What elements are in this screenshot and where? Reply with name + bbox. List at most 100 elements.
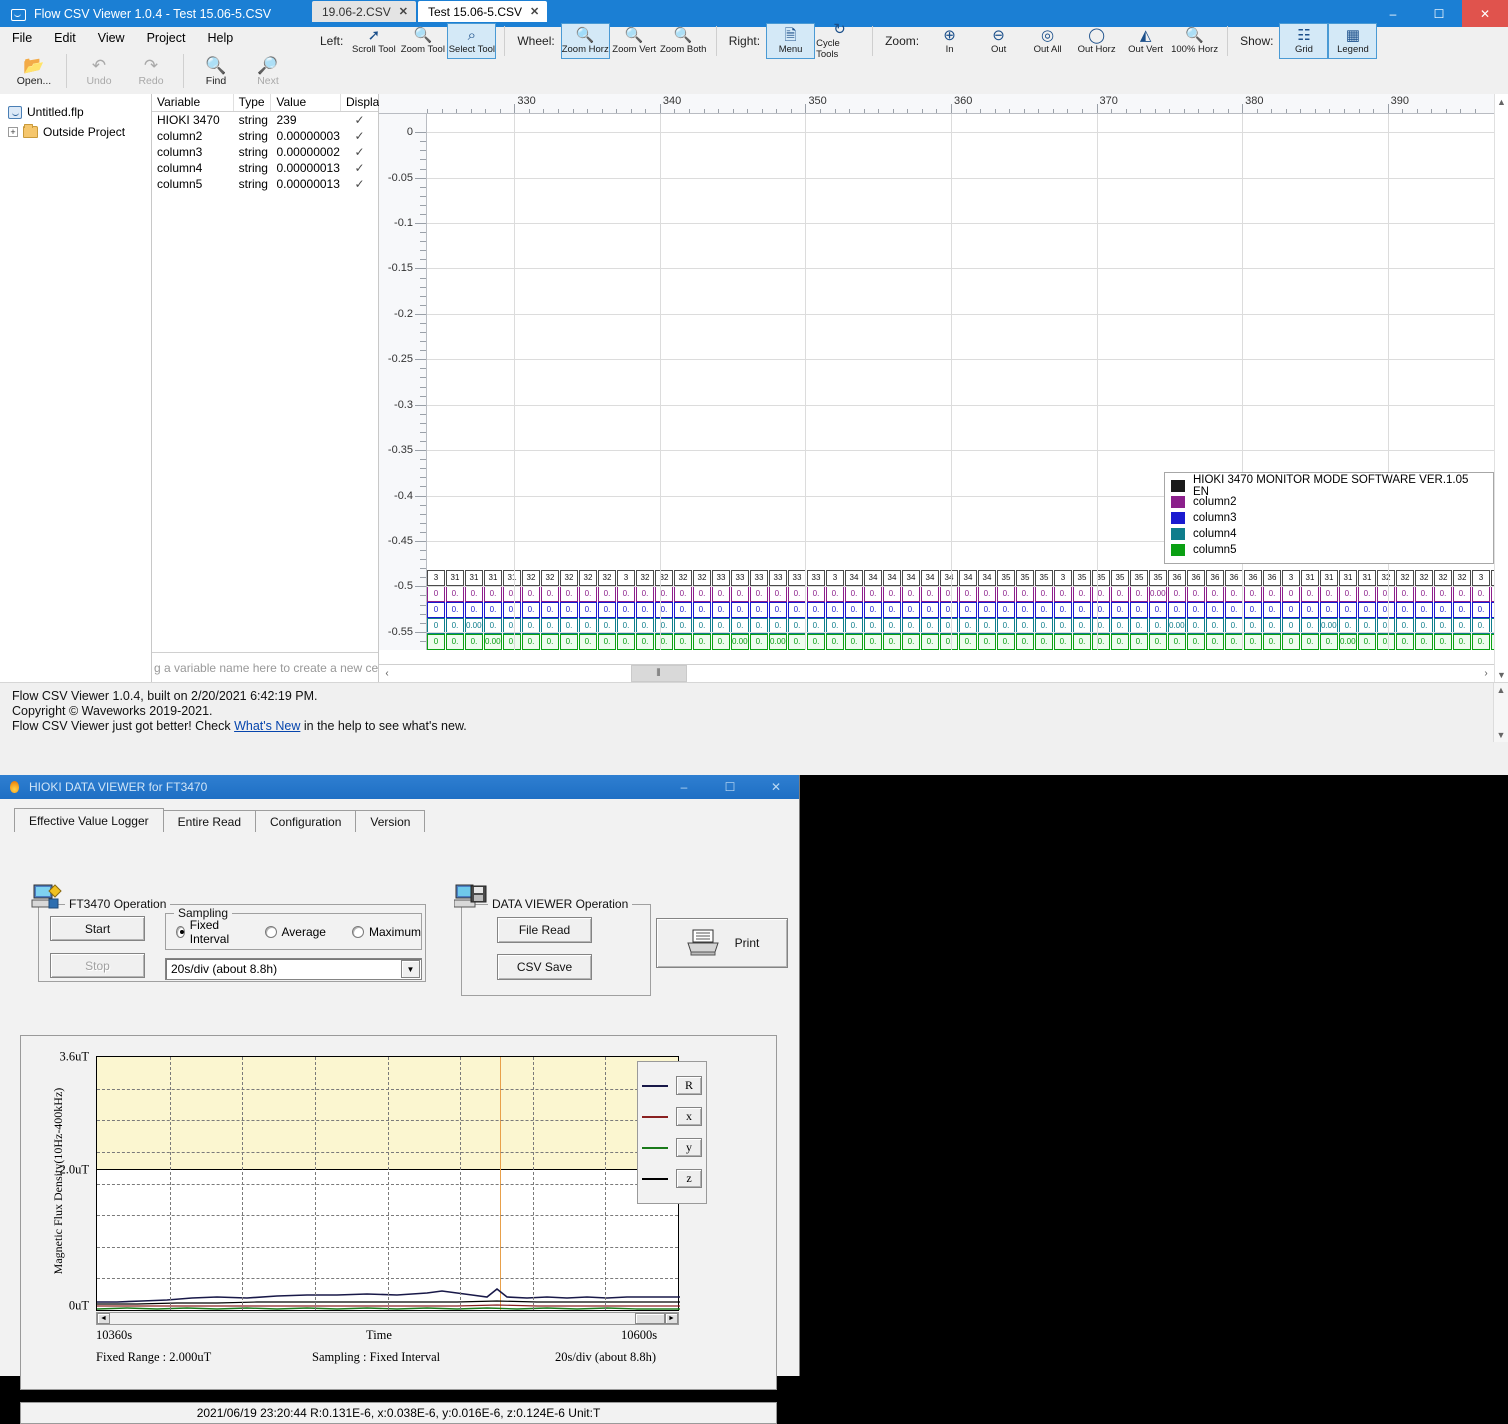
data-cell[interactable]: 32	[636, 570, 654, 586]
data-cell[interactable]: 0.	[1320, 634, 1338, 650]
data-cell[interactable]: 35	[1149, 570, 1167, 586]
data-cell[interactable]: 0.	[522, 586, 540, 602]
chart-legend[interactable]: HIOKI 3470 MONITOR MODE SOFTWARE VER.1.0…	[1164, 472, 1494, 564]
scroll-track[interactable]	[1495, 109, 1508, 667]
tool-cycle-tools[interactable]: ↻ Cycle Tools	[815, 22, 864, 61]
data-cell[interactable]: 0	[427, 586, 445, 602]
tool-zoom-both[interactable]: 🔍 Zoom Both	[659, 23, 708, 59]
data-cell[interactable]: 0.	[902, 634, 920, 650]
data-cell[interactable]: 0.	[1453, 602, 1471, 618]
zoom-out-horz-button[interactable]: ◯ Out Horz	[1072, 23, 1121, 59]
data-cell[interactable]: 0.	[1263, 602, 1281, 618]
data-cell[interactable]: 0.	[541, 634, 559, 650]
tool-zoom-vert[interactable]: 🔍 Zoom Vert	[610, 23, 659, 59]
data-cell[interactable]: 0.	[1301, 586, 1319, 602]
data-cell[interactable]: 0.	[465, 634, 483, 650]
cell-display-check[interactable]: ✓	[341, 176, 378, 192]
data-cell[interactable]: 33	[750, 570, 768, 586]
data-cell[interactable]: 0.	[807, 586, 825, 602]
data-cell[interactable]: 0.	[1130, 602, 1148, 618]
data-cell[interactable]: 0.	[1396, 602, 1414, 618]
data-cell[interactable]: 0.	[921, 602, 939, 618]
tree-item-outside-project[interactable]: + Outside Project	[8, 122, 147, 142]
data-cell[interactable]: 0.	[1054, 602, 1072, 618]
data-cell[interactable]: 0.	[1092, 586, 1110, 602]
data-cell[interactable]: 0.	[940, 602, 958, 618]
data-cell[interactable]: 0.	[1111, 586, 1129, 602]
graph-scroll-left-icon[interactable]: ◄	[97, 1313, 110, 1324]
data-cell[interactable]: 0.	[1187, 634, 1205, 650]
scroll-down-icon[interactable]: ▼	[1497, 728, 1506, 743]
undo-button[interactable]: ↶ Undo	[73, 51, 125, 93]
data-cell[interactable]: 32	[655, 570, 673, 586]
cell-display-check[interactable]: ✓	[341, 112, 378, 128]
data-cell[interactable]: 0.	[1111, 602, 1129, 618]
legend-key[interactable]: y	[676, 1138, 702, 1157]
chevron-down-icon[interactable]: ▼	[401, 960, 420, 978]
data-cell[interactable]: 35	[1111, 570, 1129, 586]
data-cell[interactable]: 0.	[1263, 586, 1281, 602]
data-cell[interactable]: 0.	[1016, 586, 1034, 602]
data-cell[interactable]: 36	[1187, 570, 1205, 586]
data-cell[interactable]: 33	[807, 570, 825, 586]
scroll-right-icon[interactable]: ›	[1478, 665, 1494, 682]
data-cell[interactable]: 36	[1206, 570, 1224, 586]
scroll-up-icon[interactable]: ▲	[1497, 683, 1506, 698]
data-cell[interactable]: 0.	[1358, 602, 1376, 618]
data-cell[interactable]: 3	[1282, 570, 1300, 586]
data-cell[interactable]: 0.	[1225, 634, 1243, 650]
data-cell[interactable]: 0.	[1054, 586, 1072, 602]
data-cell[interactable]: 0.	[1358, 586, 1376, 602]
whats-new-link[interactable]: What's New	[234, 719, 300, 733]
menu-item-view[interactable]: View	[98, 31, 125, 45]
data-cell[interactable]: 0.	[1244, 602, 1262, 618]
data-cell[interactable]: 0.	[883, 602, 901, 618]
data-cell[interactable]: 34	[921, 570, 939, 586]
data-cell[interactable]: 0.	[1377, 586, 1395, 602]
data-cell-row[interactable]: 00.0.0.0000.0.0.0.0.0.0.0.0.0.0.0.0.0000…	[427, 634, 1494, 650]
data-cell-row[interactable]: 0 0. 0. 0. 0. 0. 0. 0. 0. 0. 0. 0. 0. 0. 0. 0. 0. 0. 0. 0. 0…	[427, 586, 1494, 602]
data-cell[interactable]: 0.	[978, 634, 996, 650]
data-cell[interactable]: 0.	[921, 586, 939, 602]
data-cell[interactable]: 34	[940, 570, 958, 586]
data-cell[interactable]: 0.	[1472, 634, 1490, 650]
data-cell[interactable]: 0.	[1187, 602, 1205, 618]
data-cell[interactable]: 3	[427, 570, 445, 586]
data-cell[interactable]: 0.	[1168, 602, 1186, 618]
data-cell[interactable]: 0.	[769, 602, 787, 618]
tab-test-15-06-5-csv[interactable]: Test 15.06-5.CSV ✕	[417, 1, 548, 22]
cell-display-check[interactable]: ✓	[341, 160, 378, 176]
data-cell[interactable]: 0	[1282, 602, 1300, 618]
data-cell[interactable]: 0.	[978, 586, 996, 602]
data-cell[interactable]: 0.	[1073, 634, 1091, 650]
data-cell[interactable]: 0.	[902, 586, 920, 602]
data-cell[interactable]: 0	[427, 634, 445, 650]
table-row[interactable]: column2 string 0.00000003 ✓	[152, 128, 378, 144]
graph-legend[interactable]: R x y z	[637, 1061, 707, 1204]
data-cell[interactable]: 36	[1244, 570, 1262, 586]
data-cell[interactable]: 0.	[636, 586, 654, 602]
data-cell[interactable]: 0.	[465, 602, 483, 618]
data-cell[interactable]: 34	[864, 570, 882, 586]
data-cell[interactable]: 0.	[484, 602, 502, 618]
data-cell[interactable]: 0.	[940, 586, 958, 602]
data-cell[interactable]: 0.	[560, 586, 578, 602]
data-cell[interactable]: 0.	[579, 602, 597, 618]
data-cell[interactable]: 0.	[940, 634, 958, 650]
data-cell[interactable]: 0.	[1092, 634, 1110, 650]
data-cell[interactable]: 3	[826, 570, 844, 586]
data-cell[interactable]: 31	[484, 570, 502, 586]
data-cell[interactable]: 0.	[598, 634, 616, 650]
data-cell[interactable]: 35	[997, 570, 1015, 586]
data-cell[interactable]: 0.000	[769, 634, 787, 650]
data-cell[interactable]: 0.	[883, 634, 901, 650]
data-cell[interactable]: 0.	[1396, 586, 1414, 602]
column-header-display[interactable]: Displa	[341, 94, 379, 111]
hioki-maximize-button[interactable]: ☐	[707, 775, 753, 799]
data-cell[interactable]: 0.	[997, 586, 1015, 602]
data-cell[interactable]: 0.	[674, 586, 692, 602]
zoom-100-horz-button[interactable]: 🔍 100% Horz	[1170, 23, 1219, 59]
data-cell[interactable]: 0.	[864, 602, 882, 618]
data-cell[interactable]: 0.	[1434, 634, 1452, 650]
data-cell[interactable]: 32	[560, 570, 578, 586]
